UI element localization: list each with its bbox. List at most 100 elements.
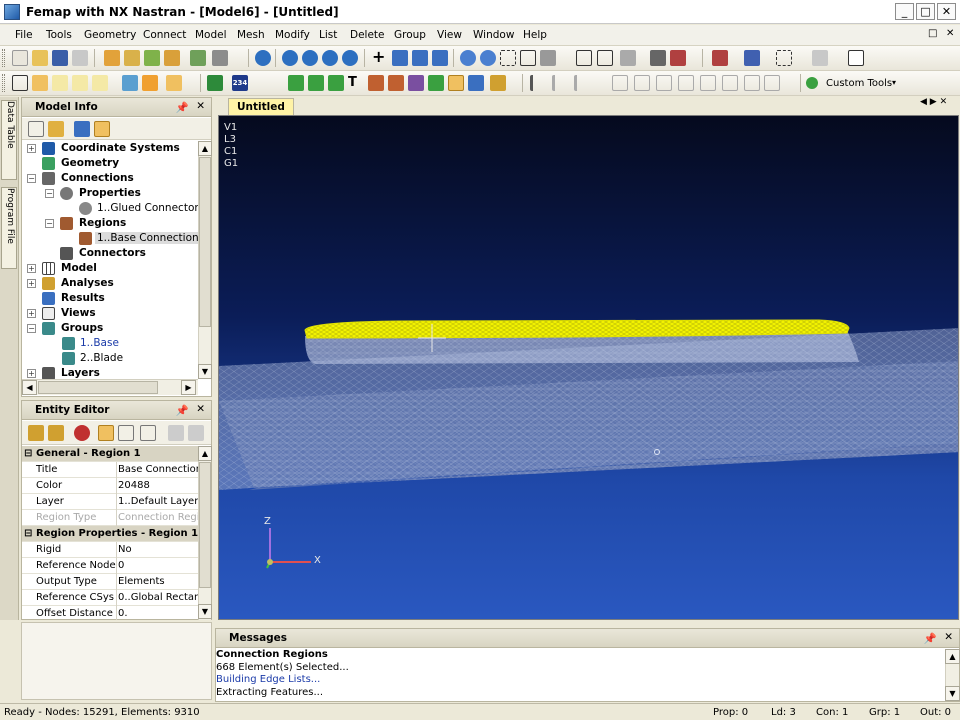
cut-icon[interactable]	[72, 50, 88, 66]
table-icon[interactable]	[72, 75, 88, 91]
undo-icon[interactable]	[168, 425, 184, 441]
sort-icon[interactable]	[118, 425, 134, 441]
property-row[interactable]: Rigid No	[22, 542, 199, 558]
surface-icon[interactable]	[328, 75, 344, 91]
tree-item-base-region[interactable]: 1..Base Connection Re	[22, 231, 198, 246]
brace2-icon[interactable]	[700, 75, 716, 91]
scroll-up-icon[interactable]: ▲	[198, 446, 212, 461]
property-section-region[interactable]: ⊟ Region Properties - Region 1	[22, 526, 199, 542]
align-center-icon[interactable]	[552, 75, 568, 91]
toolbar-grip[interactable]	[2, 49, 5, 67]
curve-icon[interactable]	[308, 75, 324, 91]
cube-icon[interactable]	[620, 50, 636, 66]
pin-icon[interactable]: 📌	[176, 101, 189, 114]
property-row[interactable]: Color 20488	[22, 478, 199, 494]
tab-program-file[interactable]: Program File	[1, 187, 17, 269]
menu-help[interactable]: Help	[523, 29, 547, 41]
print-icon[interactable]	[190, 50, 206, 66]
zoom-out-icon[interactable]	[480, 50, 496, 66]
material-icon[interactable]	[408, 75, 424, 91]
tree-options-icon[interactable]	[28, 121, 44, 137]
menu-delete[interactable]: Delete	[350, 29, 385, 41]
menu-geometry[interactable]: Geometry	[84, 29, 136, 41]
window-icon[interactable]	[848, 50, 864, 66]
scroll-down-icon[interactable]: ▼	[198, 364, 212, 379]
camera-icon[interactable]	[48, 425, 64, 441]
minimize-button[interactable]: _	[895, 3, 914, 20]
scroll-up-icon[interactable]: ▲	[945, 649, 960, 664]
scroll-down-icon[interactable]: ▼	[198, 604, 212, 619]
tab-data-table[interactable]: Data Table	[1, 100, 17, 180]
collapse-icon[interactable]: ⊟	[24, 528, 32, 539]
mesh-icon[interactable]	[207, 75, 223, 91]
close-icon[interactable]: ✕	[196, 100, 205, 112]
view-options-icon[interactable]	[670, 50, 686, 66]
menu-view[interactable]: View	[437, 29, 462, 41]
tree-horizontal-scrollbar[interactable]: ◀ ▶	[22, 379, 198, 395]
close-icon[interactable]: ✕	[196, 403, 205, 415]
property-row[interactable]: Output Type Elements	[22, 574, 199, 590]
list-icon[interactable]	[12, 75, 28, 91]
messages-scrollbar[interactable]: ▲ ▼	[945, 649, 960, 701]
folder-icon[interactable]	[32, 75, 48, 91]
pin-icon[interactable]: 📌	[176, 404, 189, 417]
align-right-icon[interactable]	[574, 75, 590, 91]
scroll-thumb[interactable]	[199, 157, 211, 327]
printer-icon[interactable]	[212, 50, 228, 66]
doc-tab-navigation[interactable]: ◀ ▶ ✕	[920, 97, 960, 113]
doc-close-button[interactable]: ✕	[946, 28, 954, 39]
refresh-icon[interactable]	[255, 50, 271, 66]
element-icon[interactable]	[428, 75, 444, 91]
bracket-icon[interactable]	[656, 75, 672, 91]
table-toggle-icon[interactable]	[764, 75, 780, 91]
text-icon[interactable]: T	[348, 75, 364, 91]
scroll-up-icon[interactable]: ▲	[198, 141, 212, 156]
group-icon[interactable]	[612, 75, 628, 91]
menu-tools[interactable]: Tools	[46, 29, 72, 41]
save-icon[interactable]	[52, 50, 68, 66]
edit-icon[interactable]	[166, 75, 182, 91]
connection-icon[interactable]	[468, 75, 484, 91]
tab-untitled[interactable]: Untitled	[228, 98, 294, 115]
pick-icon[interactable]	[744, 50, 760, 66]
forward-icon[interactable]	[302, 50, 318, 66]
redo-icon[interactable]	[188, 425, 204, 441]
property-row[interactable]: Reference Node 0	[22, 558, 199, 574]
property-row[interactable]: Layer 1..Default Layer	[22, 494, 199, 510]
close-icon[interactable]: ✕	[944, 631, 953, 643]
open-folder-icon[interactable]	[32, 50, 48, 66]
crosshair-icon[interactable]: +	[372, 49, 388, 66]
zoom-window-icon[interactable]	[500, 50, 516, 66]
menu-list[interactable]: List	[319, 29, 337, 41]
export-icon[interactable]	[124, 50, 140, 66]
align-left-icon[interactable]	[530, 75, 546, 91]
center-icon[interactable]	[576, 50, 592, 66]
ungroup-icon[interactable]	[634, 75, 650, 91]
property-scrollbar[interactable]: ▲ ▼	[198, 446, 212, 620]
select-icon[interactable]	[712, 50, 728, 66]
scroll-thumb[interactable]	[199, 462, 211, 588]
import-icon[interactable]	[104, 50, 120, 66]
categorized-icon[interactable]	[98, 425, 114, 441]
connector-icon[interactable]	[490, 75, 506, 91]
menu-mesh[interactable]: Mesh	[237, 29, 265, 41]
rotate-icon[interactable]	[432, 50, 448, 66]
property-row[interactable]: Title Base Connection	[22, 462, 199, 478]
toolbar-grip-2[interactable]	[2, 74, 5, 92]
pan-icon[interactable]	[540, 50, 556, 66]
close-button[interactable]: ✕	[937, 3, 956, 20]
menu-group[interactable]: Group	[394, 29, 426, 41]
down-icon[interactable]	[342, 50, 358, 66]
grid-toggle-icon[interactable]	[744, 75, 760, 91]
menu-window[interactable]: Window	[473, 29, 514, 41]
pin-icon[interactable]: 📌	[924, 632, 937, 645]
hscroll-thumb[interactable]	[38, 381, 158, 394]
node-count-badge[interactable]: 234	[232, 75, 248, 91]
box-icon[interactable]	[597, 50, 613, 66]
sheet-icon[interactable]	[92, 75, 108, 91]
menu-connect[interactable]: Connect	[143, 29, 186, 41]
box-select-icon[interactable]	[776, 50, 792, 66]
cancel-icon[interactable]	[74, 425, 90, 441]
solid-icon[interactable]	[368, 75, 384, 91]
collapse-icon[interactable]: ⊟	[24, 448, 32, 459]
